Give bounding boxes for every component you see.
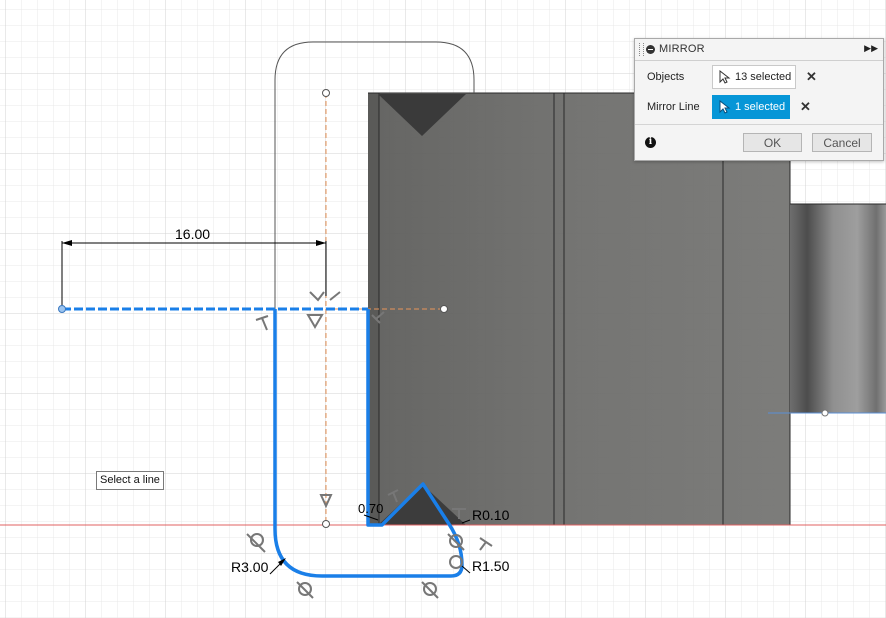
- minus-circle-icon[interactable]: [646, 45, 655, 54]
- mirror-line-label: Mirror Line: [647, 101, 700, 113]
- dimension-r010-label[interactable]: R0.10: [472, 507, 510, 523]
- sketch-point[interactable]: [440, 305, 448, 313]
- objects-selection-value: 13 selected: [735, 71, 792, 83]
- mirror-dialog-header[interactable]: MIRROR ▶▶: [635, 39, 883, 61]
- mirror-line-endpoint[interactable]: [58, 305, 66, 313]
- dimension-070-label[interactable]: 0.70: [358, 501, 383, 516]
- arrow-cursor-icon: [719, 100, 731, 114]
- info-icon[interactable]: i: [645, 137, 656, 148]
- dimension-r150-label[interactable]: R1.50: [472, 558, 510, 574]
- mirror-line-selection-button[interactable]: 1 selected: [712, 95, 790, 119]
- close-icon[interactable]: ✕: [800, 99, 811, 115]
- cursor-tooltip: Select a line: [96, 471, 164, 490]
- ok-button[interactable]: OK: [743, 133, 802, 152]
- sketch-point[interactable]: [322, 520, 330, 528]
- objects-selection-button[interactable]: 13 selected: [712, 65, 796, 89]
- arrow-cursor-icon: [719, 70, 731, 84]
- objects-label: Objects: [647, 71, 685, 83]
- drag-grip-icon[interactable]: [639, 43, 644, 56]
- dialog-divider: [635, 124, 883, 125]
- double-arrow-right-icon[interactable]: ▶▶: [864, 43, 878, 54]
- close-icon[interactable]: ✕: [806, 69, 817, 85]
- mirror-dialog[interactable]: MIRROR ▶▶ Objects 13 selected ✕ Mirror L…: [634, 38, 884, 161]
- mirror-line-selection-value: 1 selected: [735, 101, 786, 113]
- dimension-r3-label[interactable]: R3.00: [231, 559, 269, 575]
- cancel-button[interactable]: Cancel: [812, 133, 872, 152]
- sketch-point[interactable]: [322, 89, 330, 97]
- dimension-16-label[interactable]: 16.00: [175, 226, 210, 242]
- mirror-dialog-title: MIRROR: [659, 43, 705, 55]
